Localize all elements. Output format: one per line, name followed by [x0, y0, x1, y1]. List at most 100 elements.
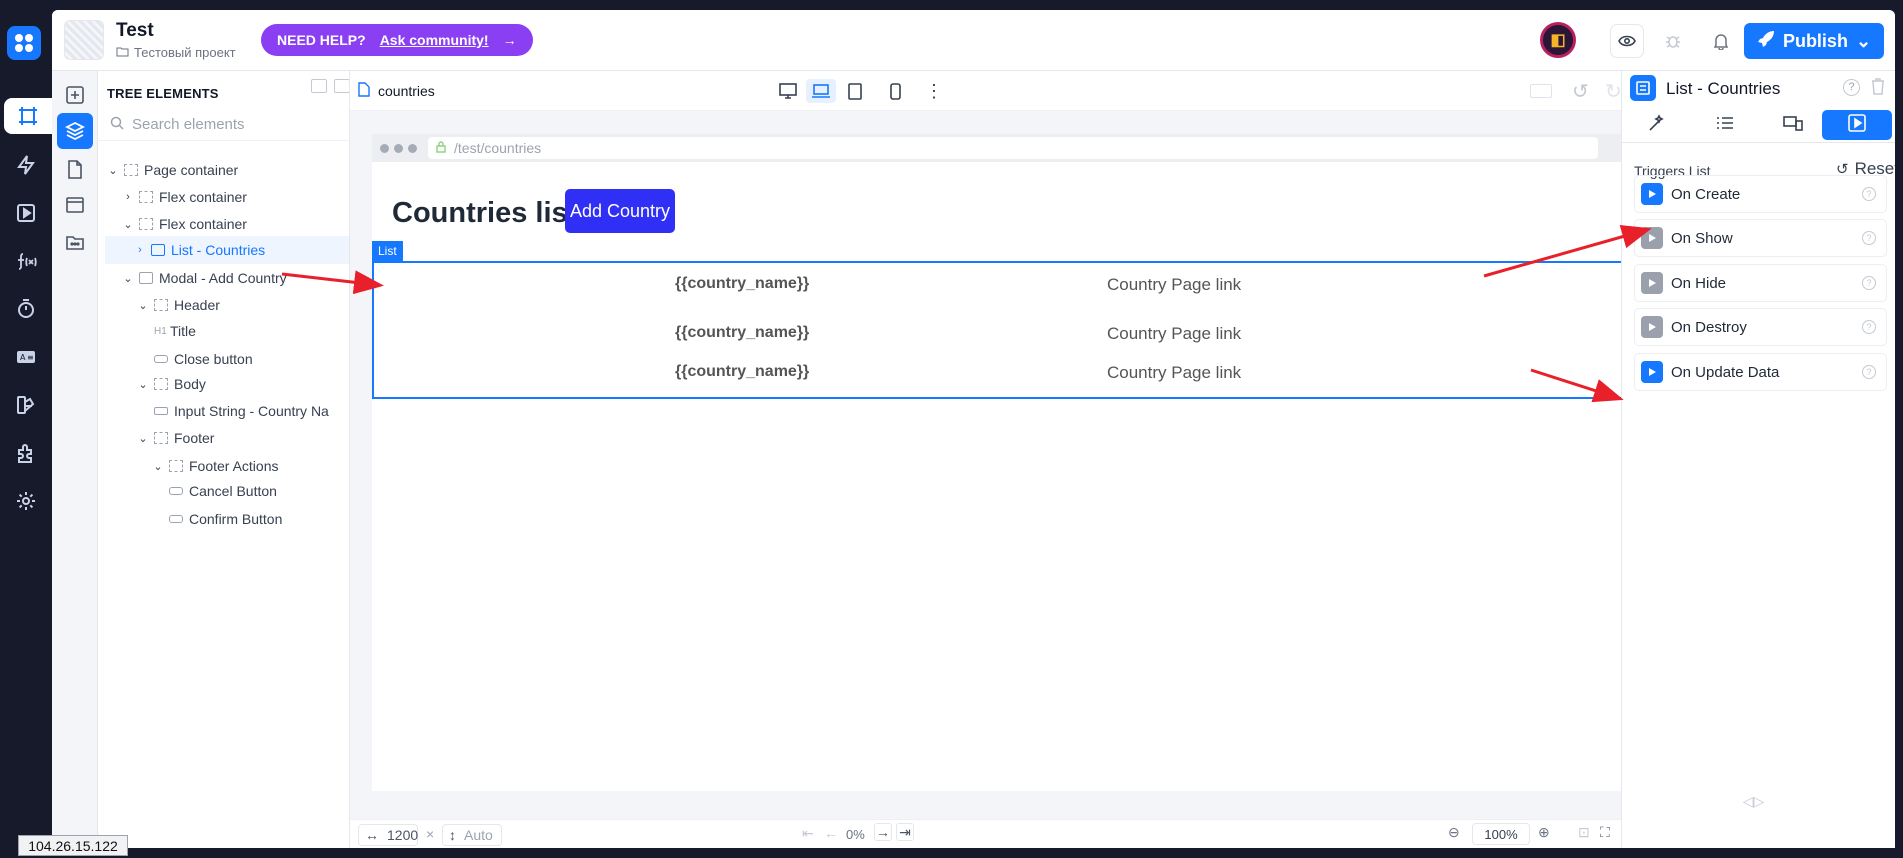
- tab-triggers[interactable]: [1822, 110, 1892, 140]
- country-page-link[interactable]: Country Page link: [1107, 363, 1241, 383]
- help-circle-icon[interactable]: ?: [1862, 365, 1876, 379]
- tree-item-confirm-button[interactable]: Confirm Button: [169, 505, 349, 533]
- plugins-icon[interactable]: [8, 435, 44, 471]
- width-field[interactable]: ↔ 1200: [358, 824, 418, 846]
- tab-properties[interactable]: [1690, 110, 1760, 140]
- notifications-bell-icon[interactable]: [1704, 24, 1738, 58]
- tree-item-body[interactable]: ⌄ Body: [136, 370, 349, 398]
- help-community-button[interactable]: NEED HELP? Ask community! →: [261, 24, 533, 56]
- chevron-right-icon[interactable]: ›: [121, 191, 135, 203]
- chevron-down-icon[interactable]: ⌄: [106, 164, 120, 177]
- folder-more-icon[interactable]: [57, 225, 93, 261]
- more-vertical-icon[interactable]: ⋮: [925, 81, 943, 101]
- tree-item-list-countries[interactable]: › List - Countries: [105, 236, 349, 264]
- next-frame-icon[interactable]: →: [874, 823, 892, 841]
- country-page-link[interactable]: Country Page link: [1107, 275, 1241, 295]
- desktop-icon[interactable]: [777, 81, 799, 101]
- publish-button[interactable]: Publish ⌄: [1744, 23, 1884, 59]
- tab-design[interactable]: [1622, 110, 1692, 140]
- layout-toggle-icon[interactable]: [311, 79, 327, 93]
- project-name[interactable]: Test: [116, 20, 154, 42]
- main-rail: A ≡: [0, 10, 52, 848]
- component-icon[interactable]: [1530, 84, 1552, 98]
- add-country-button[interactable]: Add Country: [565, 189, 675, 233]
- tree-item-modal[interactable]: ⌄ Modal - Add Country: [121, 264, 349, 292]
- settings-gear-icon[interactable]: [8, 483, 44, 519]
- chevron-down-icon[interactable]: ⌄: [136, 378, 150, 391]
- trigger-on-show[interactable]: On Show ?: [1634, 219, 1887, 257]
- fit-screen-icon[interactable]: ⊡: [1578, 824, 1590, 841]
- lightning-icon[interactable]: [8, 147, 44, 183]
- browser-window-icon[interactable]: [57, 187, 93, 223]
- chevron-down-icon[interactable]: ⌄: [121, 218, 135, 231]
- tree-item-footer-actions[interactable]: ⌄ Footer Actions: [151, 452, 349, 480]
- tree-item-cancel-button[interactable]: Cancel Button: [169, 477, 349, 505]
- function-icon[interactable]: [8, 243, 44, 279]
- user-avatar[interactable]: ◧: [1540, 22, 1576, 58]
- search-input[interactable]: Search elements: [132, 116, 245, 133]
- debug-bug-icon[interactable]: [1656, 24, 1690, 58]
- tablet-icon[interactable]: [845, 81, 865, 101]
- chevron-right-icon[interactable]: ›: [133, 244, 147, 256]
- tree-item-footer[interactable]: ⌄ Footer: [136, 424, 349, 452]
- trigger-on-update-data[interactable]: On Update Data ?: [1634, 353, 1887, 391]
- tree-item-header[interactable]: ⌄ Header: [136, 291, 349, 319]
- translate-icon[interactable]: A ≡: [8, 339, 44, 375]
- prev-frame-icon[interactable]: ←: [824, 825, 838, 841]
- page-name[interactable]: countries: [378, 83, 435, 99]
- play-square-icon[interactable]: [8, 195, 44, 231]
- tree-search[interactable]: Search elements: [98, 109, 349, 141]
- tree-item-title[interactable]: H1 Title: [154, 317, 349, 345]
- design-icon[interactable]: [4, 98, 52, 134]
- add-element-icon[interactable]: [57, 77, 93, 113]
- help-circle-icon[interactable]: ?: [1843, 79, 1860, 96]
- container-icon: [169, 460, 183, 472]
- app-logo-icon[interactable]: [7, 26, 41, 60]
- fullscreen-icon[interactable]: ⛶: [1600, 824, 1610, 841]
- project-avatar[interactable]: [64, 20, 104, 60]
- zoom-value[interactable]: 100%: [1472, 823, 1530, 845]
- trigger-on-hide[interactable]: On Hide ?: [1634, 264, 1887, 302]
- country-page-link[interactable]: Country Page link: [1107, 324, 1241, 344]
- tree-item-flex-container[interactable]: ⌄ Flex container: [121, 210, 349, 238]
- tree-item-flex-container[interactable]: › Flex container: [121, 183, 349, 211]
- height-field[interactable]: ↕ Auto: [442, 824, 502, 846]
- styles-icon[interactable]: [8, 387, 44, 423]
- preview-eye-icon[interactable]: [1610, 24, 1644, 58]
- trigger-on-create[interactable]: On Create ?: [1634, 175, 1887, 213]
- tree-item-close-button[interactable]: Close button: [154, 345, 349, 373]
- zoom-out-icon[interactable]: ⊖: [1448, 824, 1460, 841]
- panel-resize-handle-icon[interactable]: ◁▷: [1740, 779, 1766, 823]
- ask-community-link[interactable]: Ask community!: [380, 32, 489, 48]
- list-item[interactable]: {{country_name}} Country Page link: [374, 351, 1623, 397]
- page-heading[interactable]: Countries list: [392, 197, 577, 230]
- first-frame-icon[interactable]: ⇤: [802, 825, 814, 842]
- panel-collapse-icon[interactable]: [334, 79, 349, 93]
- last-frame-icon[interactable]: ⇥: [896, 823, 914, 841]
- pages-file-icon[interactable]: [57, 151, 93, 187]
- help-circle-icon[interactable]: ?: [1862, 231, 1876, 245]
- list-countries[interactable]: {{country_name}} Country Page link {{cou…: [372, 261, 1621, 399]
- help-circle-icon[interactable]: ?: [1862, 320, 1876, 334]
- tree-item-input-string[interactable]: Input String - Country Na: [154, 397, 349, 425]
- layers-icon[interactable]: [57, 113, 93, 149]
- panel-switcher: [52, 71, 98, 848]
- mobile-icon[interactable]: [885, 81, 905, 101]
- tab-responsive[interactable]: [1758, 110, 1828, 140]
- list-item[interactable]: {{country_name}} Country Page link: [374, 263, 1623, 309]
- chevron-down-icon[interactable]: ⌄: [121, 272, 135, 285]
- help-circle-icon[interactable]: ?: [1862, 276, 1876, 290]
- height-arrows-icon: ↕: [449, 827, 456, 843]
- redo-icon[interactable]: ↻: [1605, 79, 1622, 104]
- timer-icon[interactable]: [8, 291, 44, 327]
- zoom-in-icon[interactable]: ⊕: [1538, 824, 1550, 841]
- help-circle-icon[interactable]: ?: [1862, 187, 1876, 201]
- chevron-down-icon[interactable]: ⌄: [136, 432, 150, 445]
- trash-icon[interactable]: [1870, 77, 1886, 100]
- chevron-down-icon[interactable]: ⌄: [151, 460, 165, 473]
- laptop-icon[interactable]: [806, 79, 836, 103]
- trigger-on-destroy[interactable]: On Destroy ?: [1634, 308, 1887, 346]
- chevron-down-icon[interactable]: ⌄: [136, 299, 150, 312]
- tree-item-page-container[interactable]: ⌄ Page container: [106, 156, 349, 184]
- undo-icon[interactable]: ↺: [1572, 79, 1589, 104]
